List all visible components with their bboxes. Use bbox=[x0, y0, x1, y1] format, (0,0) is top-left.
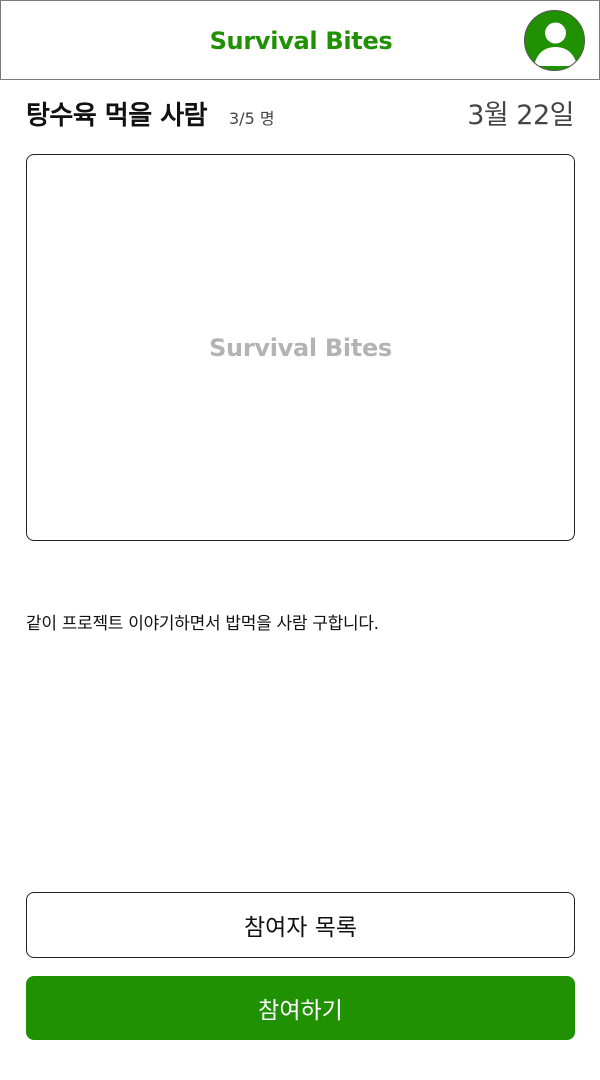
post-date: 3월 22일 bbox=[467, 100, 574, 131]
post-description: 같이 프로젝트 이야기하면서 밥먹을 사람 구합니다. bbox=[26, 614, 379, 634]
app-header: Survival Bites bbox=[0, 0, 600, 80]
headcount-label: 3/5 명 bbox=[229, 109, 275, 128]
post-title: 탕수육 먹을 사람 bbox=[26, 101, 208, 131]
placeholder-logo-text: Survival Bites bbox=[209, 333, 392, 362]
user-avatar-icon[interactable] bbox=[524, 10, 585, 71]
post-detail-page: Survival Bites 탕수육 먹을 사람 3/5 명 3월 22일 Su… bbox=[0, 0, 600, 1080]
app-title: Survival Bites bbox=[209, 27, 393, 55]
join-button[interactable]: 참여하기 bbox=[26, 976, 575, 1040]
participants-list-button[interactable]: 참여자 목록 bbox=[26, 892, 575, 958]
post-image-placeholder: Survival Bites bbox=[26, 154, 575, 541]
post-title-row: 탕수육 먹을 사람 3/5 명 3월 22일 bbox=[26, 96, 574, 136]
